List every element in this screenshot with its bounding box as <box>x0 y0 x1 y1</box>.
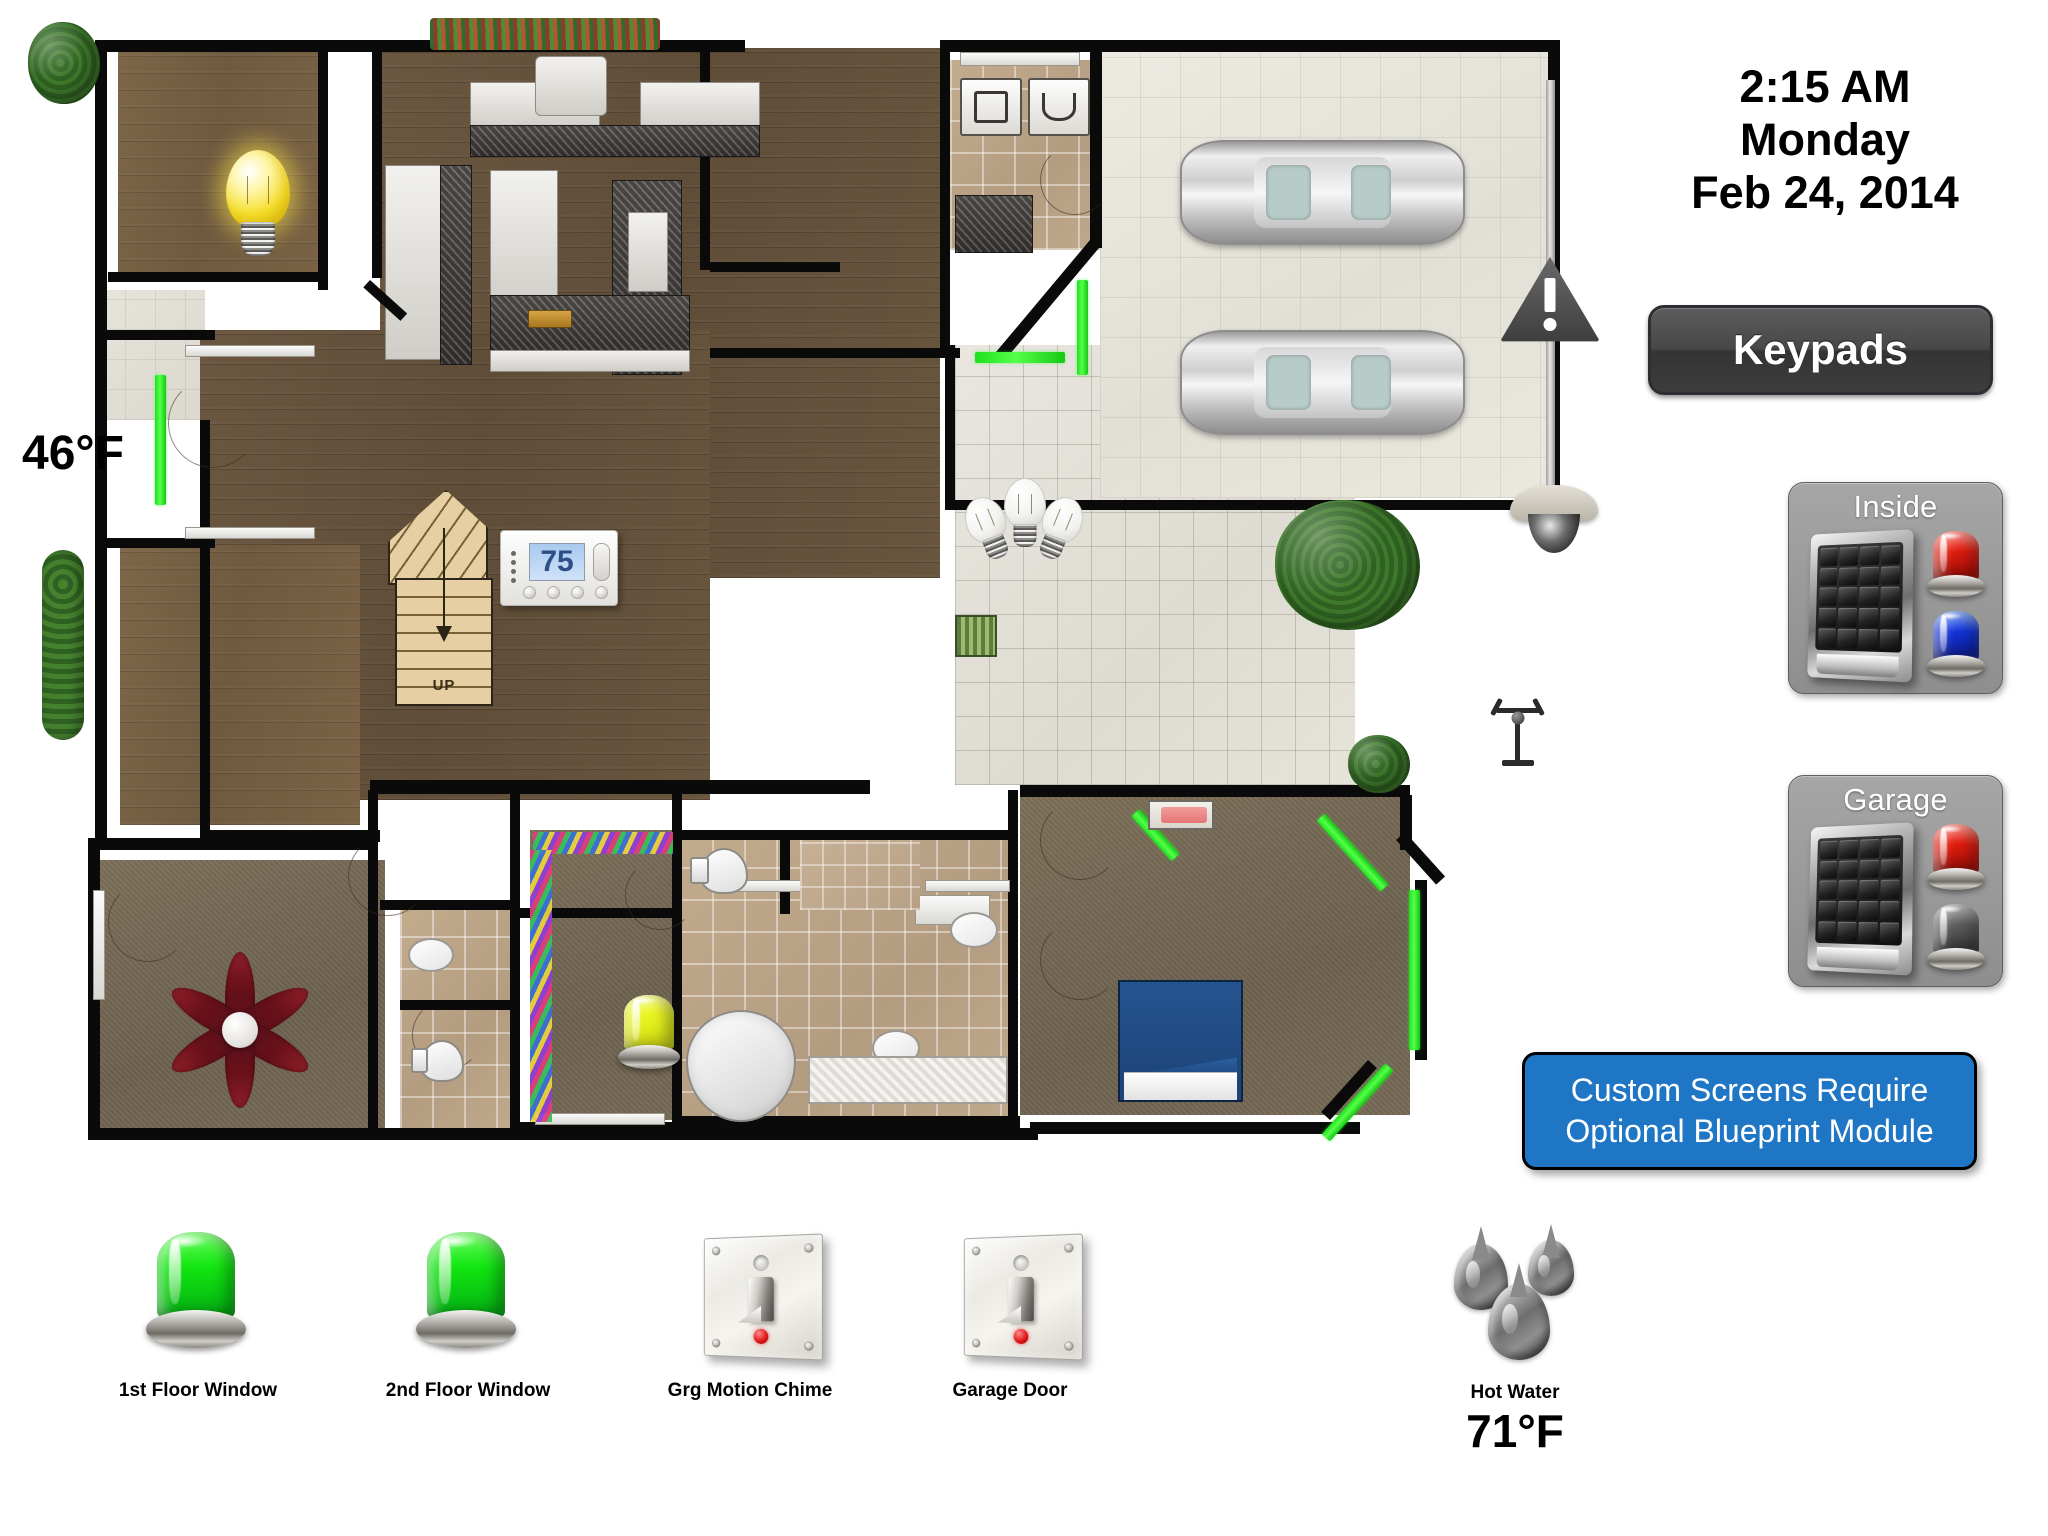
clock-widget: 2:15 AM Monday Feb 24, 2014 <box>1660 60 1990 219</box>
status-label: Hot Water <box>1470 1382 1560 1403</box>
panel-garage-title: Garage <box>1843 782 1948 817</box>
ceiling-fan-icon[interactable] <box>164 952 316 1108</box>
switch-plate-icon[interactable] <box>703 1233 823 1361</box>
closet-rod-top <box>533 832 673 854</box>
bush-side <box>1348 735 1410 793</box>
bed <box>1118 980 1243 1102</box>
floor-vent-icon <box>955 615 997 657</box>
siren-red-inside-icon[interactable] <box>1927 531 1985 603</box>
siren-grey-garage-icon[interactable] <box>1927 904 1985 976</box>
beacon-green-icon[interactable] <box>416 1232 516 1357</box>
keypad-icon-inside[interactable] <box>1807 529 1914 683</box>
garden-planter <box>430 18 660 50</box>
security-camera-icon[interactable] <box>1510 485 1598 553</box>
refrigerator <box>490 170 558 310</box>
notice-line-1: Custom Screens Require <box>1570 1072 1929 1109</box>
warning-triangle-icon[interactable] <box>1500 255 1600 345</box>
hedge-left <box>42 550 84 740</box>
status-item-2nd-floor-window[interactable]: 2nd Floor Window <box>385 1232 551 1462</box>
closet-rod-side <box>530 850 552 1122</box>
room-dining <box>120 545 360 825</box>
siren-red-garage-icon[interactable] <box>1927 824 1985 896</box>
beacon-yellow-icon[interactable] <box>618 995 680 1075</box>
beacon-green-icon[interactable] <box>146 1232 246 1357</box>
window-sensor-foyer[interactable] <box>975 352 1065 363</box>
outdoor-temperature: 46°F <box>22 427 124 480</box>
toilet-powder <box>410 1040 464 1082</box>
nightstand <box>1148 800 1214 830</box>
status-item-1st-floor-window[interactable]: 1st Floor Window <box>118 1232 278 1462</box>
car-bottom <box>1180 330 1465 435</box>
home-automation-screen: UP 75 46°F 2:15 AM Monday Feb 24, 2014 K… <box>0 0 2048 1536</box>
cooktop <box>535 56 607 116</box>
door-sensor-front[interactable] <box>155 375 166 505</box>
clock-time: 2:15 AM <box>1739 61 1911 112</box>
status-label: Garage Door <box>952 1380 1068 1401</box>
status-item-hot-water[interactable]: Hot Water 71°F <box>1420 1222 1610 1482</box>
thermostat-rocker-button[interactable] <box>593 543 610 581</box>
panel-garage[interactable]: Garage <box>1788 775 2003 987</box>
status-item-grg-motion-chime[interactable]: Grg Motion Chime <box>660 1232 840 1462</box>
thermostat[interactable]: 75 <box>500 530 618 606</box>
clock-date: Feb 24, 2014 <box>1691 167 1959 219</box>
car-top <box>1180 140 1465 245</box>
thermostat-display: 75 <box>529 543 585 581</box>
status-item-garage-door[interactable]: Garage Door <box>920 1232 1100 1462</box>
chandelier-lights-off-icon[interactable] <box>957 478 1091 562</box>
status-label: 2nd Floor Window <box>385 1380 551 1401</box>
window-sensor-br-2[interactable] <box>1409 890 1420 1050</box>
wall-oven <box>628 212 668 292</box>
window-sensor-garage-side[interactable] <box>1077 280 1088 375</box>
status-label: Grg Motion Chime <box>667 1380 833 1401</box>
blueprint-module-notice: Custom Screens Require Optional Blueprin… <box>1522 1052 1977 1170</box>
light-bulb-on-icon[interactable] <box>218 150 298 260</box>
toilet-master <box>689 848 748 894</box>
siren-blue-inside-icon[interactable] <box>1927 611 1985 683</box>
shower-stall <box>800 840 920 910</box>
tree-front <box>28 22 100 104</box>
thermostat-buttons[interactable] <box>523 586 608 599</box>
keypad-icon-garage[interactable] <box>1807 822 1914 976</box>
notice-line-2: Optional Blueprint Module <box>1565 1113 1934 1149</box>
panel-inside-title: Inside <box>1853 489 1938 524</box>
sprinkler-icon[interactable] <box>1490 680 1546 770</box>
floor-plan[interactable]: UP 75 <box>0 0 1600 1190</box>
kitchen-island <box>490 295 690 355</box>
countertop-item <box>528 310 572 328</box>
switch-plate-icon[interactable] <box>963 1233 1083 1361</box>
dryer-icon <box>1028 78 1090 136</box>
sink-powder <box>408 938 454 972</box>
tree-side <box>1275 500 1420 630</box>
hot-water-temperature: 71°F <box>1466 1405 1564 1457</box>
stairs-arrow-icon <box>436 528 452 642</box>
washer-icon <box>960 78 1022 136</box>
status-label: 1st Floor Window <box>118 1380 278 1401</box>
keypads-button[interactable]: Keypads <box>1648 305 1993 395</box>
water-drops-icon[interactable] <box>1420 1222 1610 1360</box>
clock-weekday: Monday <box>1739 114 1910 166</box>
thermostat-status-dots <box>511 551 516 583</box>
kitchen-counter <box>470 125 760 157</box>
stairs-direction-label: UP <box>432 677 456 694</box>
shower-floor <box>808 1056 1008 1104</box>
sink-master-1 <box>950 912 998 948</box>
panel-inside[interactable]: Inside <box>1788 482 2003 694</box>
